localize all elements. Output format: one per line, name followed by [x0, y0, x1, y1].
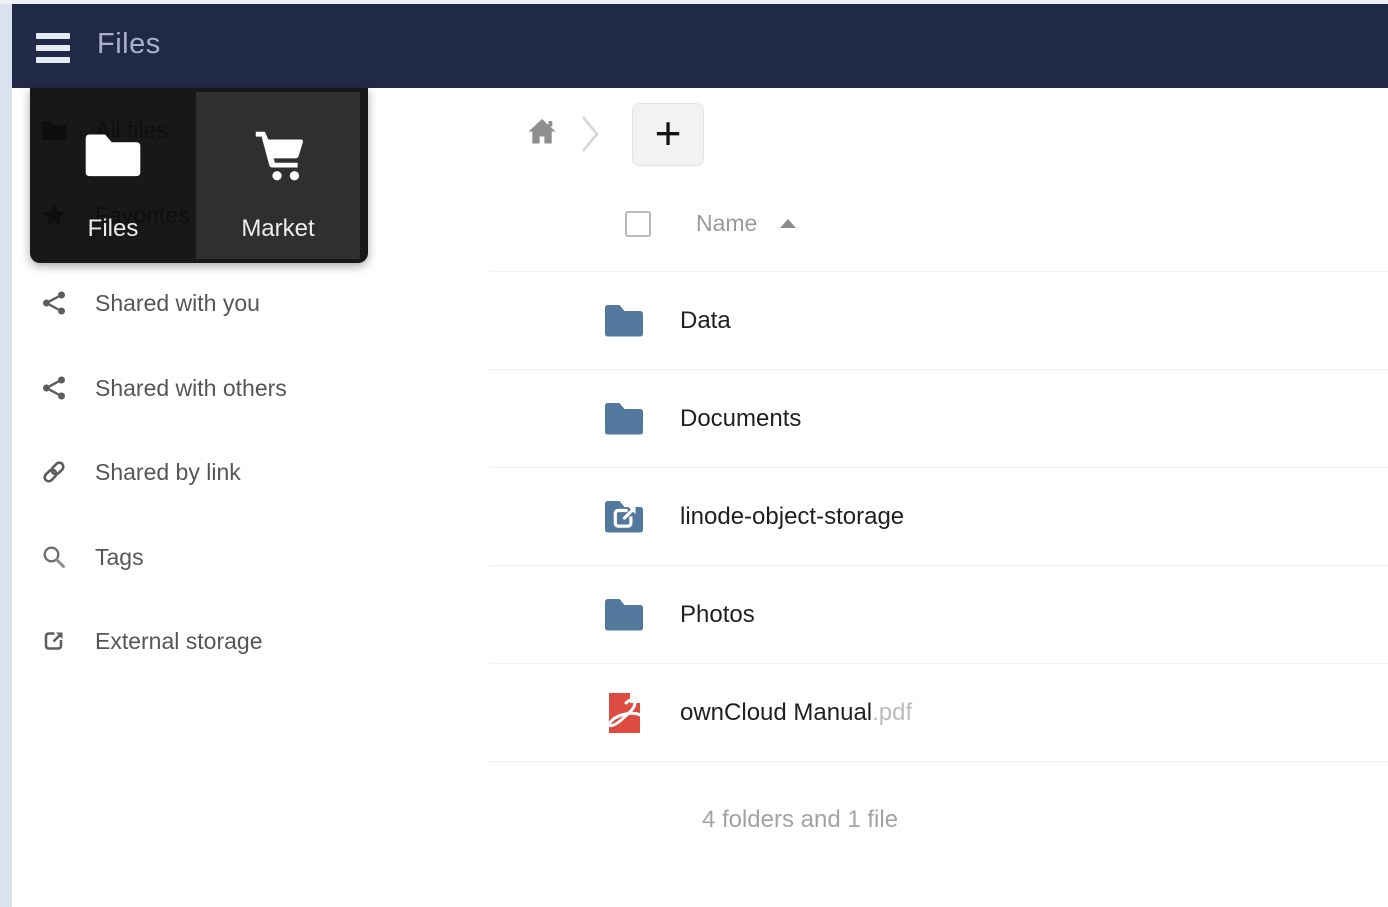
file-row-owncloud-manual-pdf[interactable]: ownCloud Manual.pdf — [490, 664, 1388, 762]
sidebar-item-label: External storage — [95, 628, 262, 655]
share-icon — [39, 290, 69, 316]
file-row-linode-object-storage[interactable]: linode-object-storage — [490, 468, 1388, 566]
link-icon — [39, 458, 69, 486]
sidebar-item-external-storage[interactable]: External storage — [12, 613, 490, 669]
sidebar-item-label: Shared with others — [95, 375, 287, 402]
owncloud-app: Files All files Favorites Shared with yo… — [0, 0, 1388, 907]
folder-icon — [600, 297, 648, 345]
external-link-icon — [39, 628, 69, 654]
file-list-summary: 4 folders and 1 file — [490, 806, 1110, 834]
folder-icon — [600, 395, 648, 443]
file-row-documents[interactable]: Documents — [490, 370, 1388, 468]
chevron-right-icon — [578, 110, 602, 163]
app-menu-item-label: Market — [241, 215, 314, 243]
external-folder-icon — [600, 493, 648, 541]
folder-icon — [600, 591, 648, 639]
file-name: linode-object-storage — [680, 503, 904, 531]
file-name: ownCloud Manual — [680, 699, 872, 727]
folder-icon — [81, 92, 145, 215]
app-menu-item-files[interactable]: Files — [30, 92, 196, 259]
file-list: Data Documents linode-object-storage Pho… — [490, 272, 1388, 762]
sidebar-item-label: Shared with you — [95, 290, 260, 317]
sidebar-item-label: Shared by link — [95, 459, 241, 486]
app-menu-dropdown: Files Market — [30, 88, 368, 263]
files-main: + Name Data Documents — [490, 88, 1388, 907]
file-row-photos[interactable]: Photos — [490, 566, 1388, 664]
file-row-data[interactable]: Data — [490, 272, 1388, 370]
hamburger-icon — [36, 33, 70, 39]
cart-icon — [245, 92, 311, 215]
sidebar-item-tags[interactable]: Tags — [12, 529, 490, 585]
plus-icon: + — [655, 106, 682, 160]
pdf-file-icon — [600, 689, 648, 737]
file-extension: .pdf — [872, 699, 912, 727]
app-menu-item-market[interactable]: Market — [196, 92, 360, 259]
sidebar-item-shared-with-you[interactable]: Shared with you — [12, 275, 490, 331]
app-menu-toggle[interactable] — [36, 33, 70, 63]
column-header-name[interactable]: Name — [696, 210, 757, 237]
sort-ascending-icon[interactable] — [780, 219, 796, 228]
window-edge-left — [0, 0, 12, 907]
sidebar-item-shared-by-link[interactable]: Shared by link — [12, 444, 490, 500]
select-all-checkbox[interactable] — [625, 211, 651, 237]
sidebar-item-shared-with-others[interactable]: Shared with others — [12, 360, 490, 416]
file-name: Data — [680, 307, 731, 335]
top-bar: Files — [12, 4, 1388, 88]
home-icon — [526, 133, 558, 150]
new-file-button[interactable]: + — [632, 103, 704, 166]
file-name: Documents — [680, 405, 801, 433]
search-icon — [39, 544, 69, 570]
share-icon — [39, 375, 69, 401]
app-menu-item-label: Files — [88, 215, 139, 243]
page-title: Files — [97, 4, 161, 88]
breadcrumb-home[interactable] — [526, 116, 558, 151]
file-name: Photos — [680, 601, 755, 629]
sidebar-item-label: Tags — [95, 544, 144, 571]
